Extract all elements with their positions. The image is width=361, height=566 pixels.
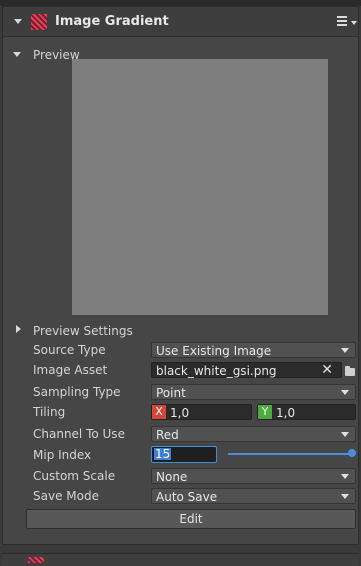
custom-scale-label: Custom Scale: [33, 469, 116, 483]
preview-image: [72, 59, 328, 315]
x-axis-badge: X: [152, 405, 166, 419]
source-type-label: Source Type: [33, 343, 106, 357]
sampling-type-label: Sampling Type: [33, 385, 121, 399]
chevron-down-icon: [341, 474, 349, 479]
custom-scale-dropdown[interactable]: None: [151, 468, 356, 484]
channel-dropdown[interactable]: Red: [151, 426, 356, 442]
menu-caret-icon[interactable]: [351, 21, 357, 25]
chevron-down-icon: [341, 348, 349, 353]
mip-index-slider-track[interactable]: [228, 453, 352, 455]
preview-foldout-arrow-icon[interactable]: [13, 52, 21, 57]
clear-icon[interactable]: ✕: [321, 363, 333, 377]
sampling-type-dropdown[interactable]: Point: [151, 384, 356, 400]
chevron-down-icon: [341, 432, 349, 437]
save-mode-label: Save Mode: [33, 489, 99, 503]
image-asset-field[interactable]: black_white_gsi.png ✕: [151, 362, 342, 378]
component-title: Image Gradient: [55, 14, 169, 29]
menu-icon[interactable]: [337, 16, 349, 28]
image-gradient-icon: [31, 14, 47, 30]
component-header[interactable]: Image Gradient: [3, 7, 358, 37]
preview-settings-arrow-icon[interactable]: [16, 325, 21, 333]
edit-button[interactable]: Edit: [26, 509, 356, 529]
mip-index-input[interactable]: 15: [151, 446, 217, 463]
channel-label: Channel To Use: [33, 427, 125, 441]
source-type-dropdown[interactable]: Use Existing Image: [151, 342, 356, 358]
folder-icon[interactable]: [345, 366, 355, 376]
image-asset-label: Image Asset: [33, 363, 108, 377]
mip-index-slider-thumb[interactable]: [348, 449, 356, 457]
tiling-y-field[interactable]: Y 1,0: [257, 404, 356, 420]
preview-settings-label[interactable]: Preview Settings: [33, 324, 133, 338]
save-mode-dropdown[interactable]: Auto Save: [151, 488, 356, 504]
chevron-down-icon: [341, 390, 349, 395]
next-component-icon: [28, 557, 44, 563]
collapse-arrow-icon[interactable]: [14, 19, 22, 24]
tiling-x-field[interactable]: X 1,0: [151, 404, 252, 420]
tiling-label: Tiling: [33, 405, 66, 419]
next-component-header[interactable]: [2, 553, 359, 566]
y-axis-badge: Y: [258, 405, 272, 419]
mip-index-label: Mip Index: [33, 448, 92, 462]
chevron-down-icon: [341, 494, 349, 499]
